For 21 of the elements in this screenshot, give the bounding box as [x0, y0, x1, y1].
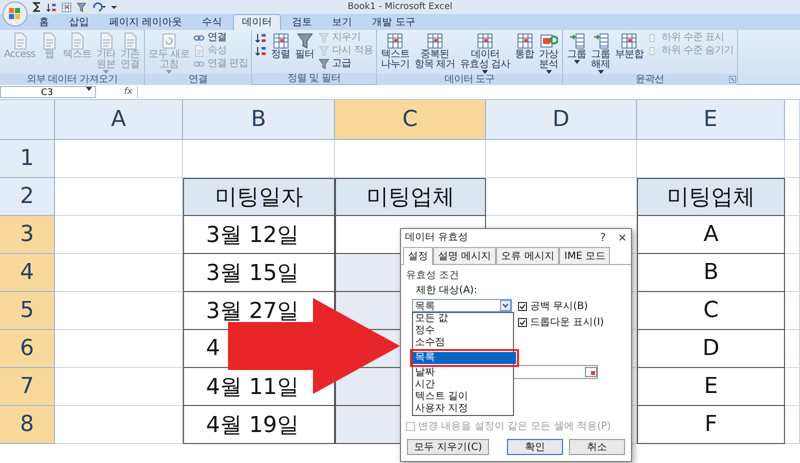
group-label: 윤곽선	[563, 74, 737, 85]
table-cell: B	[637, 254, 785, 292]
table-cell: E	[637, 368, 785, 406]
group-label: 외부 데이터 가져오기	[0, 74, 144, 85]
table-cell: C	[637, 292, 785, 330]
group-label: 데이터 도구	[376, 74, 562, 85]
header-cell: 미팅업체	[335, 178, 486, 216]
group-label: 정렬 및 필터	[252, 73, 376, 84]
table-cell: 3월 15일	[183, 254, 335, 292]
field-label: 제한 대상(A):	[416, 284, 478, 297]
header-cell: 미팅업체	[637, 178, 785, 216]
table-cell: 4월 19일	[183, 406, 335, 444]
table-cell: A	[637, 216, 785, 254]
table-cell: 3월 12일	[183, 216, 335, 254]
window-title: Book1 - Microsoft Excel	[348, 2, 452, 12]
table-cell: D	[637, 330, 785, 368]
table-cell: F	[637, 406, 785, 444]
group-label: 유효성 조건	[406, 269, 460, 282]
header-cell: 미팅일자	[183, 178, 335, 216]
group-label: 연결	[144, 74, 252, 85]
dialog-title: 데이터 유효성	[405, 231, 470, 244]
